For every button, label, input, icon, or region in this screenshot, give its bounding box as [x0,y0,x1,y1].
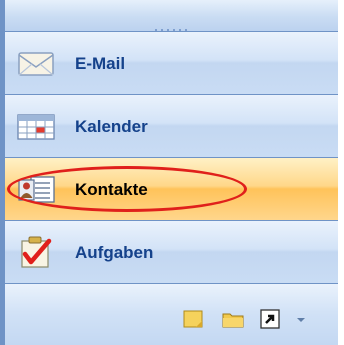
annotation-highlight-ellipse [7,166,247,212]
nav-label-calendar: Kalender [75,117,148,136]
nav-button-tasks[interactable]: Aufgaben [5,221,338,284]
nav-bottom-bar [5,284,338,345]
nav-button-calendar[interactable]: Kalender [5,95,338,158]
nav-button-mail[interactable]: E-Mail [5,32,338,95]
folder-icon[interactable] [221,308,245,330]
pane-right-edge [338,0,344,345]
notes-icon[interactable] [181,308,205,330]
nav-label-mail: E-Mail [75,54,126,73]
pane-resize-grip[interactable] [5,0,338,32]
calendar-icon [17,114,55,140]
mail-envelope-icon [18,52,54,76]
configure-buttons-chevron-icon[interactable] [294,308,308,330]
tasks-checkmark-icon [21,236,52,268]
shortcuts-icon[interactable] [258,308,282,330]
outlook-navigation-pane: E-Mail Kalender Kontakte Aufgaben [0,0,344,345]
grip-dots [155,16,195,31]
nav-label-tasks: Aufgaben [75,243,154,262]
